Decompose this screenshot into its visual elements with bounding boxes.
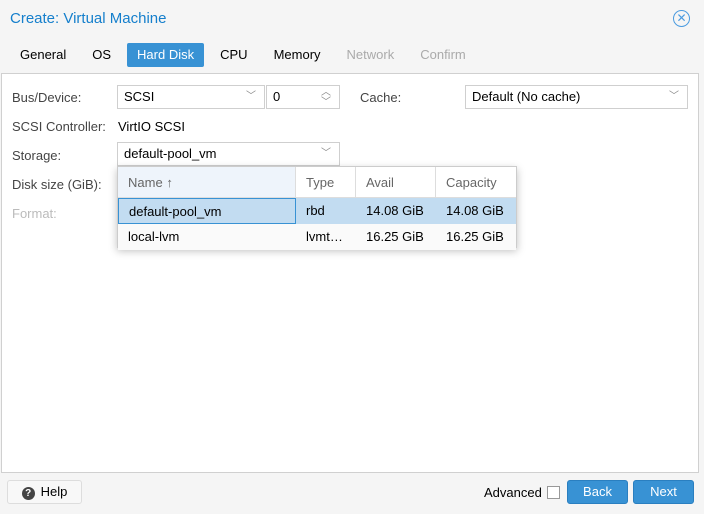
chevron-down-icon: ﹀ (321, 148, 331, 159)
question-icon: ? (21, 487, 35, 500)
cache-value: Default (No cache) (472, 89, 581, 104)
tab-cpu[interactable]: CPU (210, 43, 257, 67)
storage-name: local-lvm (128, 229, 180, 244)
storage-avail: 16.25 GiB (366, 229, 424, 244)
sort-ascending-icon: ↑ (166, 175, 173, 190)
tab-confirm: Confirm (420, 47, 466, 62)
storage-dropdown: Name ↑ Type Avail Capacity default-pool_… (117, 166, 517, 250)
storage-list-header: Name ↑ Type Avail Capacity (118, 167, 516, 198)
disk-size-label: Disk size (GiB): (12, 177, 102, 192)
column-header-capacity[interactable]: Capacity (436, 167, 516, 197)
bus-select[interactable]: SCSI ﹀ (117, 85, 265, 109)
chevron-down-icon: ﹀ (246, 91, 256, 102)
controller-value: VirtIO SCSI (118, 119, 185, 134)
help-label: Help (40, 484, 68, 499)
storage-label: Storage: (12, 148, 62, 163)
bus-label: Bus/Device: (12, 90, 82, 105)
storage-select[interactable]: default-pool_vm ﹀ (117, 142, 340, 166)
tab-memory[interactable]: Memory (264, 43, 331, 67)
format-label: Format: (12, 206, 57, 221)
tab-general[interactable]: General (10, 43, 76, 67)
storage-avail: 14.08 GiB (366, 203, 424, 218)
device-value: 0 (273, 89, 281, 104)
device-stepper[interactable]: 0 ︿ ﹀ (266, 85, 340, 109)
column-header-name[interactable]: Name ↑ (118, 167, 296, 197)
bus-value: SCSI (124, 89, 155, 104)
tab-os[interactable]: OS (82, 43, 121, 67)
advanced-label: Advanced (484, 485, 542, 500)
column-header-type[interactable]: Type (296, 167, 356, 197)
storage-capacity: 16.25 GiB (446, 229, 504, 244)
tab-bar: General OS Hard Disk CPU Memory Network … (10, 43, 482, 67)
chevron-down-icon: ﹀ (669, 91, 679, 102)
storage-name: default-pool_vm (118, 198, 296, 224)
storage-type: rbd (306, 203, 325, 218)
column-header-avail[interactable]: Avail (356, 167, 436, 197)
spinner-icon[interactable]: ︿ ﹀ (321, 88, 331, 108)
tab-network: Network (346, 47, 395, 62)
tab-hard-disk[interactable]: Hard Disk (127, 43, 205, 67)
storage-row[interactable]: default-pool_vm rbd 14.08 GiB 14.08 GiB (118, 198, 516, 224)
back-button[interactable]: Back (567, 480, 628, 504)
storage-capacity: 14.08 GiB (446, 203, 504, 218)
cache-label: Cache: (360, 90, 402, 105)
advanced-checkbox[interactable] (547, 486, 560, 499)
close-icon[interactable]: ✕ (673, 10, 690, 27)
cache-select[interactable]: Default (No cache) ﹀ (465, 85, 688, 109)
storage-value: default-pool_vm (124, 146, 217, 161)
storage-row[interactable]: local-lvm lvmt… 16.25 GiB 16.25 GiB (118, 224, 516, 250)
dialog-title: Create: Virtual Machine (10, 10, 167, 27)
help-button[interactable]: ? Help (7, 480, 82, 504)
next-button[interactable]: Next (633, 480, 694, 504)
controller-label: SCSI Controller: (12, 119, 106, 134)
storage-type: lvmt… (306, 229, 343, 244)
